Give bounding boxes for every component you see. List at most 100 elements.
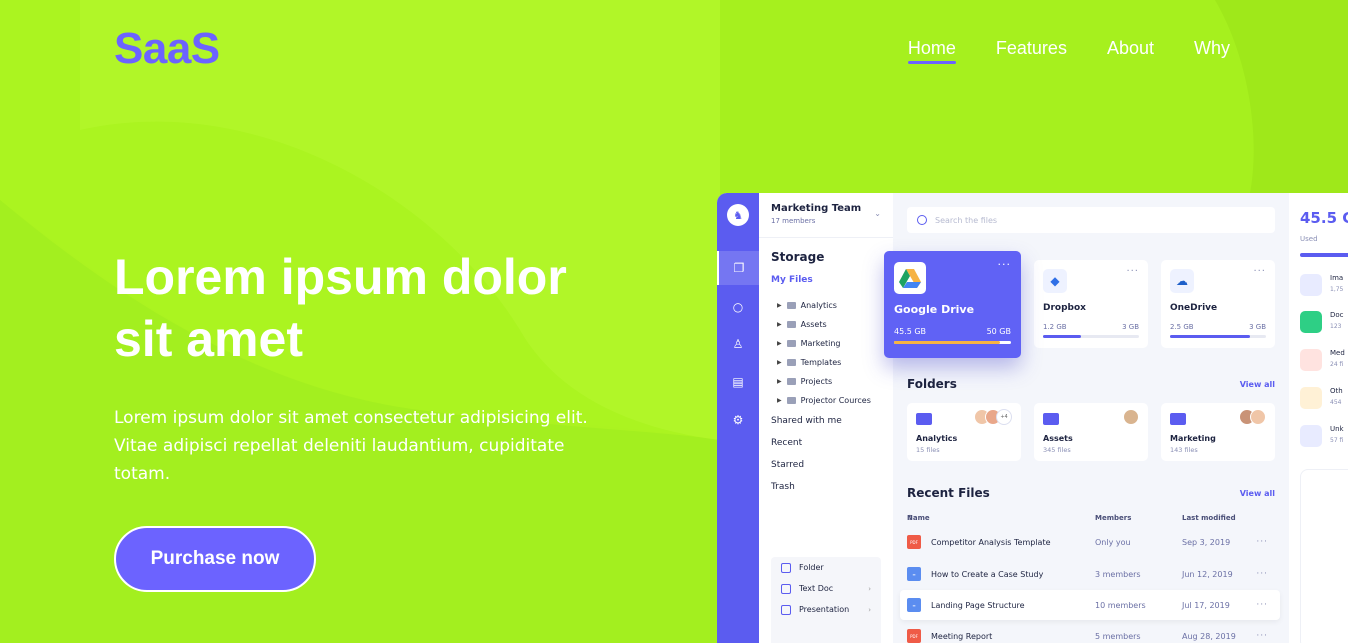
- card-capacity: 50 GB: [986, 327, 1011, 336]
- file-members: Only you: [1095, 537, 1131, 547]
- member-avatars: [1123, 409, 1139, 425]
- usage-bar: [894, 341, 1011, 344]
- onedrive-icon: ☁: [1170, 269, 1194, 293]
- category-name: Med: [1330, 349, 1345, 357]
- folder-count: 345 files: [1043, 446, 1071, 454]
- category-images[interactable]: Ima 1,75: [1300, 269, 1348, 299]
- link-trash[interactable]: Trash: [771, 482, 842, 504]
- other-files-icon: [1300, 387, 1322, 409]
- chevron-down-icon[interactable]: ⌄: [874, 209, 881, 218]
- presentation-icon: [781, 604, 791, 615]
- tree-label: Templates: [800, 358, 842, 367]
- table-row[interactable]: PDF Meeting Report 5 members Aug 28, 201…: [900, 621, 1280, 643]
- tree-item-marketing[interactable]: ▶ Marketing: [777, 334, 871, 353]
- avatar: [1123, 409, 1139, 425]
- file-name: Competitor Analysis Template: [931, 537, 1051, 547]
- folder-name: Marketing: [1170, 434, 1216, 443]
- category-size: 57 fi: [1330, 437, 1344, 444]
- files-icon[interactable]: ❐: [717, 251, 759, 285]
- table-row[interactable]: ≡ Landing Page Structure 10 members Jul …: [900, 590, 1280, 620]
- team-name: Marketing Team: [771, 203, 862, 214]
- category-media[interactable]: Med 24 fi: [1300, 344, 1348, 374]
- tree-item-projects[interactable]: ▶ Projects: [777, 372, 871, 391]
- file-date: Sep 3, 2019: [1182, 537, 1231, 547]
- file-date: Aug 28, 2019: [1182, 631, 1236, 641]
- table-row[interactable]: ≡ How to Create a Case Study 3 members J…: [900, 559, 1280, 589]
- storage-title: Storage: [771, 250, 825, 264]
- link-shared[interactable]: Shared with me: [771, 416, 842, 438]
- recent-view-all-link[interactable]: View all: [1240, 489, 1275, 498]
- file-members: 10 members: [1095, 600, 1146, 610]
- dropbox-card[interactable]: ◆ ··· Dropbox 1.2 GB 3 GB: [1034, 260, 1148, 348]
- image-icon: [1300, 274, 1322, 296]
- folder-count: 15 files: [916, 446, 940, 454]
- more-icon[interactable]: ···: [1256, 600, 1268, 610]
- onedrive-card[interactable]: ☁ ··· OneDrive 2.5 GB 3 GB: [1161, 260, 1275, 348]
- user-icon[interactable]: ♙: [717, 327, 759, 361]
- column-members[interactable]: Members: [1095, 514, 1131, 522]
- more-icon[interactable]: ···: [1253, 266, 1266, 277]
- chat-icon[interactable]: ○: [717, 290, 759, 324]
- category-unknown[interactable]: Unk 57 fi: [1300, 420, 1348, 450]
- tree-item-projector-cources[interactable]: ▶ Projector Cources: [777, 391, 871, 410]
- folder-card-assets[interactable]: Assets 345 files: [1034, 403, 1148, 461]
- category-name: Oth: [1330, 387, 1343, 395]
- nav-home[interactable]: Home: [907, 38, 956, 64]
- new-folder-button[interactable]: Folder: [771, 557, 881, 578]
- avatar: [1250, 409, 1266, 425]
- folder-tree: ▶ Analytics ▶ Assets ▶ Marketing ▶ Templates…: [777, 296, 871, 410]
- files-main: Search the files ◆ ··· Dropbox 1.2 GB 3 …: [884, 193, 1289, 643]
- pdf-icon: PDF: [907, 629, 921, 643]
- purchase-button[interactable]: Purchase now: [114, 526, 316, 592]
- more-icon[interactable]: ···: [1126, 266, 1139, 277]
- file-name: Landing Page Structure: [931, 600, 1025, 610]
- link-recent[interactable]: Recent: [771, 438, 842, 460]
- brand-logo[interactable]: SaaS: [114, 24, 220, 74]
- table-row[interactable]: PDF Competitor Analysis Template Only yo…: [900, 527, 1280, 557]
- search-icon: [917, 215, 927, 225]
- usage-fill: [1043, 335, 1082, 338]
- more-icon[interactable]: ···: [1256, 569, 1268, 579]
- team-selector[interactable]: Marketing Team 17 members: [771, 203, 861, 225]
- chevron-right-icon: ›: [868, 584, 871, 593]
- folder-icon: [1043, 413, 1059, 425]
- document-icon[interactable]: ▤: [717, 365, 759, 399]
- caret-right-icon: ▶: [777, 340, 782, 347]
- folder-icon: [786, 359, 796, 366]
- divider: [759, 237, 893, 238]
- category-size: 123: [1330, 323, 1342, 330]
- category-documents[interactable]: Doc 123: [1300, 306, 1348, 336]
- folder-card-analytics[interactable]: +4 Analytics 15 files: [907, 403, 1021, 461]
- tree-item-templates[interactable]: ▶ Templates: [777, 353, 871, 372]
- storage-summary-panel: 45.5 G Used Ima 1,75 Doc 123 Med 24 fi Oth 4…: [1289, 193, 1348, 643]
- usage-fill: [1170, 335, 1250, 338]
- folder-icon: [786, 321, 796, 328]
- tree-label: Projects: [800, 377, 833, 386]
- file-date: Jun 12, 2019: [1182, 569, 1233, 579]
- nav-about[interactable]: About: [1107, 38, 1154, 59]
- new-text-doc-button[interactable]: Text Doc ›: [771, 578, 881, 599]
- file-name: How to Create a Case Study: [931, 569, 1044, 579]
- link-starred[interactable]: Starred: [771, 460, 842, 482]
- category-other[interactable]: Oth 454: [1300, 382, 1348, 412]
- nav-why[interactable]: Why: [1194, 38, 1230, 59]
- new-item-label: Presentation: [799, 605, 850, 614]
- search-input[interactable]: Search the files: [907, 207, 1275, 233]
- tree-item-assets[interactable]: ▶ Assets: [777, 315, 871, 334]
- folder-icon: [786, 397, 796, 404]
- settings-icon[interactable]: ⚙: [717, 403, 759, 437]
- more-icon[interactable]: ···: [1256, 537, 1268, 547]
- google-drive-card[interactable]: ··· Google Drive 45.5 GB 50 GB: [884, 251, 1021, 358]
- more-icon[interactable]: ···: [1256, 631, 1268, 641]
- file-members: 3 members: [1095, 569, 1141, 579]
- more-icon[interactable]: ···: [998, 258, 1012, 271]
- folders-view-all-link[interactable]: View all: [1240, 380, 1275, 389]
- new-presentation-button[interactable]: Presentation ›: [771, 599, 881, 620]
- column-modified[interactable]: Last modified: [1182, 514, 1236, 522]
- folder-card-marketing[interactable]: Marketing 143 files: [1161, 403, 1275, 461]
- my-files-link[interactable]: My Files: [771, 275, 813, 285]
- nav-features[interactable]: Features: [996, 38, 1067, 59]
- tree-item-analytics[interactable]: ▶ Analytics: [777, 296, 871, 315]
- search-placeholder: Search the files: [935, 215, 998, 225]
- new-item-label: Folder: [799, 563, 824, 572]
